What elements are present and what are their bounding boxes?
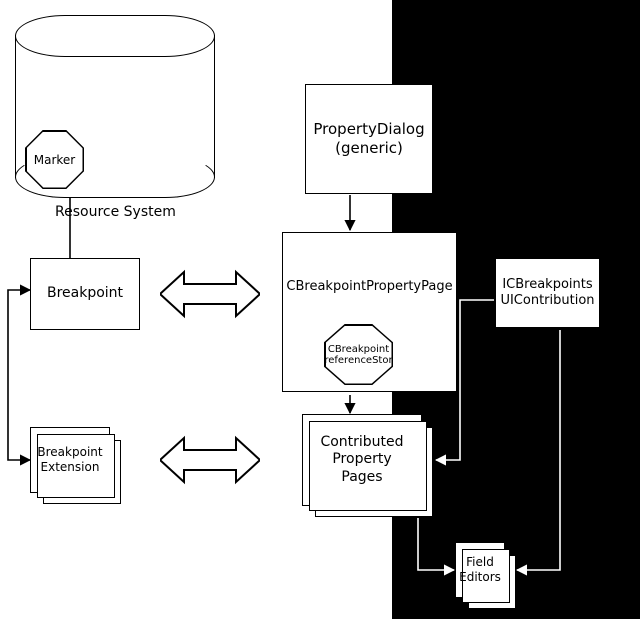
uicontribution-line2: UIContribution <box>500 293 594 309</box>
cbp-property-page-label: CBreakpointPropertyPage <box>286 279 452 295</box>
diagram-canvas: Resource System Marker Breakpoint Breakp… <box>0 0 640 619</box>
contributed-pages-node: Contributed Property Pages <box>302 414 422 506</box>
marker-label: Marker <box>27 132 83 188</box>
field-editors-line2: Editors <box>459 570 501 585</box>
double-arrow-ext-contributed <box>160 432 260 488</box>
cbp-store-line2: PreferenceStore <box>318 355 398 366</box>
contributed-line3: Pages <box>320 469 403 487</box>
uicontribution-node: ICBreakpoints UIContribution <box>495 258 600 328</box>
uicontribution-line1: ICBreakpoints <box>500 277 594 293</box>
contributed-line2: Property <box>320 451 403 469</box>
field-editors-line1: Field <box>459 555 501 570</box>
marker-node: Marker <box>25 130 84 189</box>
property-dialog-line1: PropertyDialog <box>313 120 424 139</box>
breakpoint-extension-node: Breakpoint Extension <box>30 427 110 493</box>
contributed-line1: Contributed <box>320 434 403 452</box>
double-arrow-breakpoint-page <box>160 266 260 322</box>
cbp-store-line1: CBreakpoint <box>318 344 398 355</box>
breakpoint-node: Breakpoint <box>30 258 140 330</box>
breakpoint-extension-label: Breakpoint Extension <box>37 445 102 475</box>
resource-system-label: Resource System <box>15 204 215 220</box>
breakpoint-label: Breakpoint <box>47 285 123 303</box>
property-dialog-line2: (generic) <box>313 139 424 158</box>
field-editors-node: Field Editors <box>455 542 505 598</box>
property-dialog-node: PropertyDialog (generic) <box>305 84 433 194</box>
